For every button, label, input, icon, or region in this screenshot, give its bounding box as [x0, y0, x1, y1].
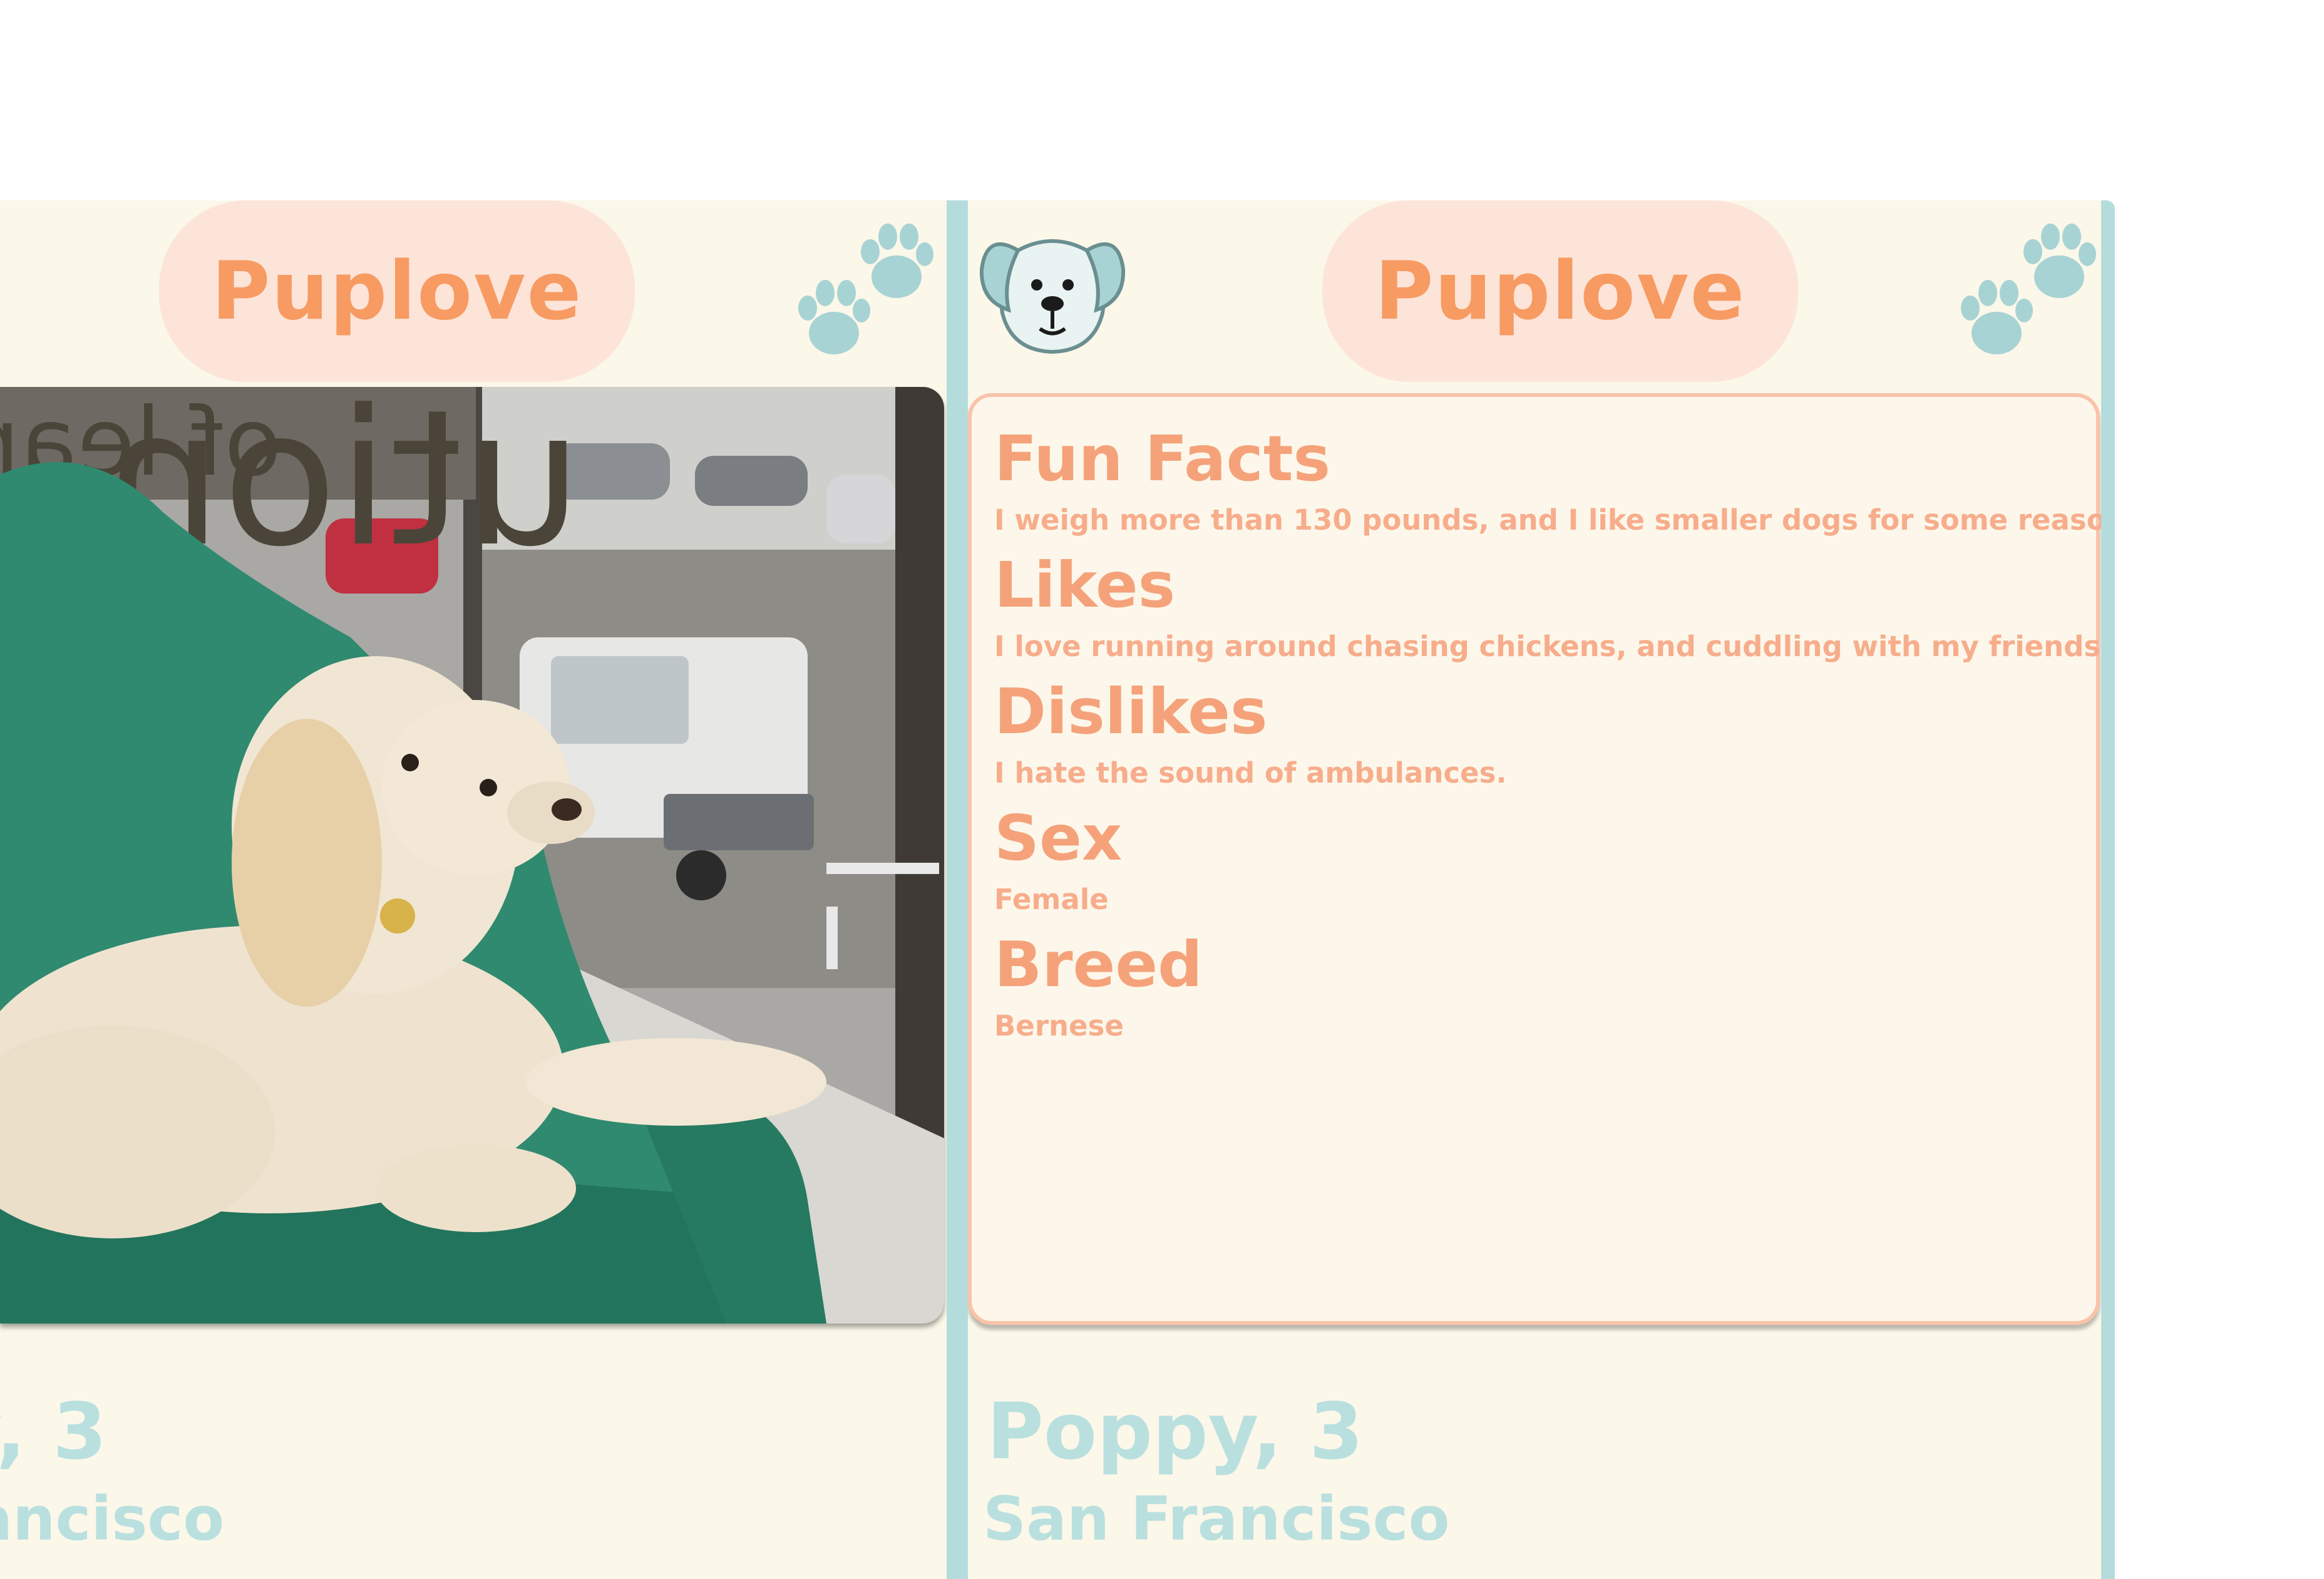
profile-name-age: Poppy, 3 — [987, 1387, 1364, 1477]
fact-title-likes: Likes — [994, 548, 1176, 622]
fact-title-sex: Sex — [994, 801, 1123, 875]
brand-logo: Puplove — [1322, 200, 1798, 382]
profile-name-age: py, 3 — [0, 1387, 107, 1477]
paw-prints-icon — [1953, 219, 2101, 363]
facts-panel: Fun Facts I weigh more than 130 pounds, … — [968, 393, 2101, 1325]
fact-title-fun-facts: Fun Facts — [994, 422, 1331, 495]
fact-title-breed: Breed — [994, 928, 1203, 1001]
profile-card-facts[interactable]: Puplove Fun Facts I weigh more than 130 … — [947, 200, 2115, 1579]
dog-photo[interactable]: ution of learning — [0, 387, 944, 1324]
brand-logo: Puplove — [159, 200, 635, 382]
profile-card-photo[interactable]: Puplove ution of lear 3 ncisco — [0, 200, 947, 1579]
paw-prints-icon — [790, 219, 940, 363]
fact-text-likes: I love running around chasing chickens, … — [994, 630, 2114, 663]
profile-city: San Francisco — [983, 1484, 1450, 1554]
profile-city: rancisco — [0, 1484, 225, 1554]
fact-text-sex: Female — [994, 883, 1109, 916]
dog-face-logo-icon — [974, 225, 1131, 357]
fact-text-dislikes: I hate the sound of ambulances. — [994, 756, 1507, 790]
fact-title-dislikes: Dislikes — [994, 675, 1268, 748]
fact-text-breed: Bernese — [994, 1009, 1124, 1042]
fact-text-fun-facts: I weigh more than 130 pounds, and I like… — [994, 503, 2115, 537]
